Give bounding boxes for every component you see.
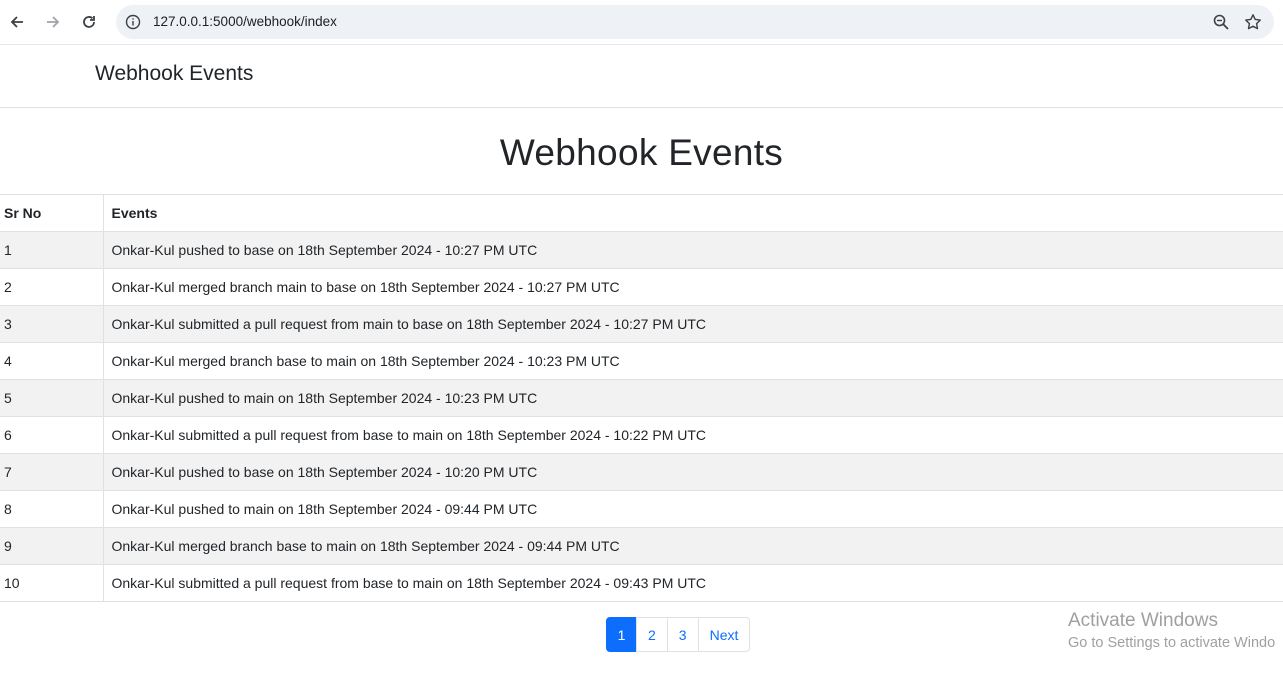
table-row: 10 Onkar-Kul submitted a pull request fro… [0,564,1283,602]
event-cell: Onkar-Kul submitted a pull request from … [103,416,1283,454]
column-header-sr-no: Sr No [0,194,104,232]
address-bar[interactable]: 127.0.0.1:5000/webhook/index [116,5,1274,39]
table-row: 5 Onkar-Kul pushed to main on 18th Septem… [0,379,1283,417]
page-title: Webhook Events [499,132,784,173]
table-row: 4 Onkar-Kul merged branch base to main on… [0,342,1283,380]
pagination: 1 2 3 Next [606,617,751,652]
event-cell: Onkar-Kul merged branch base to main on … [103,527,1283,565]
navbar-brand[interactable]: Webhook Events [95,62,253,86]
sr-no-cell: 5 [0,379,104,417]
event-cell: Onkar-Kul merged branch base to main on … [103,342,1283,380]
table-row: 8 Onkar-Kul pushed to main on 18th Septem… [0,490,1283,528]
watermark-title: Activate Windows [1068,610,1218,631]
sr-no-cell: 10 [0,564,104,602]
next-page-link[interactable]: Next [697,617,751,652]
star-icon[interactable] [1244,13,1262,31]
sr-no-cell: 6 [0,416,104,454]
url-text[interactable]: 127.0.0.1:5000/webhook/index [153,14,337,29]
sr-no-cell: 4 [0,342,104,380]
activate-windows-watermark: Activate Windows Go to Settings to activ… [1068,610,1275,651]
browser-toolbar: 127.0.0.1:5000/webhook/index [0,0,1283,45]
watermark-subtitle: Go to Settings to activate Windo [1068,635,1276,651]
column-header-events: Events [103,194,1283,232]
event-cell: Onkar-Kul pushed to base on 18th Septemb… [103,453,1283,491]
info-icon[interactable] [124,13,142,31]
table-row: 7 Onkar-Kul pushed to base on 18th Septem… [0,453,1283,491]
table-row: 6 Onkar-Kul submitted a pull request from… [0,416,1283,454]
sr-no-cell: 3 [0,305,104,343]
event-cell: Onkar-Kul pushed to main on 18th Septemb… [103,379,1283,417]
event-cell: Onkar-Kul merged branch main to base on … [103,268,1283,306]
table-row: 3 Onkar-Kul submitted a pull request from… [0,305,1283,343]
back-icon[interactable] [5,10,29,34]
table-row: 9 Onkar-Kul merged branch base to main on… [0,527,1283,565]
sr-no-cell: 7 [0,453,104,491]
table-row: 2 Onkar-Kul merged branch main to base on… [0,268,1283,306]
event-cell: Onkar-Kul pushed to main on 18th Septemb… [103,490,1283,528]
sr-no-cell: 1 [0,231,104,269]
sr-no-cell: 8 [0,490,104,528]
event-cell: Onkar-Kul submitted a pull request from … [103,564,1283,602]
navbar: Webhook Events [0,45,1283,108]
event-cell: Onkar-Kul pushed to base on 18th Septemb… [103,231,1283,269]
page-1-link[interactable]: 1 [606,617,637,652]
forward-icon[interactable] [41,10,65,34]
events-table: Sr No Events 1 Onkar-Kul pushed to base o… [0,194,1283,602]
table-row: 1 Onkar-Kul pushed to base on 18th Septem… [0,231,1283,269]
sr-no-cell: 9 [0,527,104,565]
page-3-link[interactable]: 3 [666,617,699,652]
table-header-row: Sr No Events [0,194,1283,232]
page-2-link[interactable]: 2 [636,617,668,652]
sr-no-cell: 2 [0,268,104,306]
reload-icon[interactable] [77,10,101,34]
zoom-icon[interactable] [1212,13,1230,31]
event-cell: Onkar-Kul submitted a pull request from … [103,305,1283,343]
